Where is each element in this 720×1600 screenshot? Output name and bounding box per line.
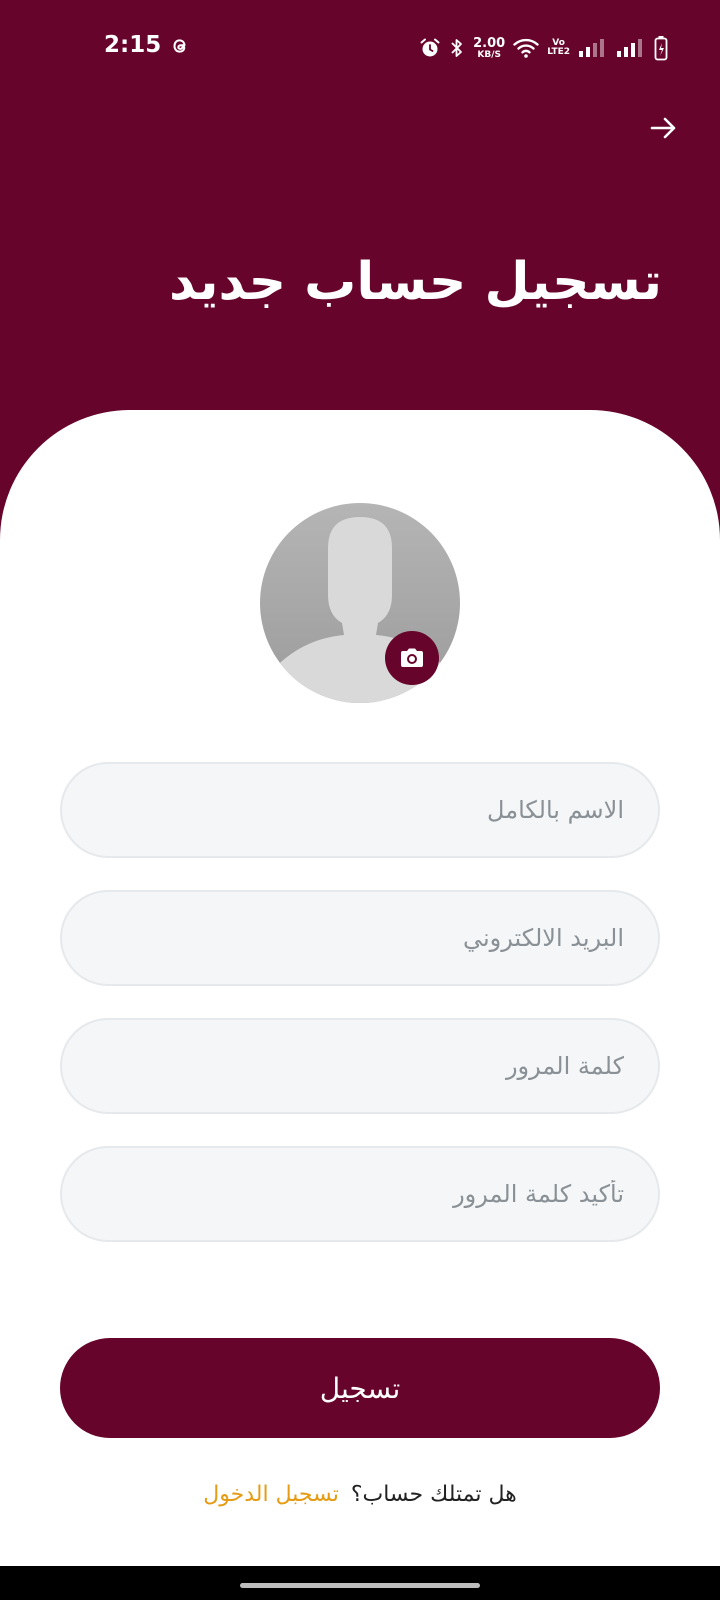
net-speed-unit: KB/S: [477, 49, 501, 60]
bluetooth-icon: [449, 37, 465, 59]
login-prompt: هل تمتلك حساب؟ تسجبل الدخول: [0, 1482, 720, 1507]
login-question: هل تمتلك حساب؟: [350, 1482, 517, 1507]
status-icons: 2.00 KB/S Vo LTE2: [419, 30, 668, 66]
email-input[interactable]: [62, 892, 658, 984]
battery-charging-icon: [654, 35, 668, 61]
password-field[interactable]: [60, 1018, 660, 1114]
volte-bottom: LTE2: [547, 47, 570, 57]
register-screen: 2:15 2.00 KB/S Vo LTE2 تسجيل حساب جديد ا…: [0, 0, 720, 1600]
home-indicator[interactable]: [240, 1583, 480, 1588]
confirm-password-field[interactable]: [60, 1146, 660, 1242]
signal-icon: [578, 38, 608, 58]
password-input[interactable]: [62, 1020, 658, 1112]
wifi-icon: [513, 37, 539, 59]
email-field[interactable]: [60, 890, 660, 986]
signal-icon: [616, 38, 646, 58]
alarm-icon: [419, 37, 441, 59]
threads-icon: [170, 36, 190, 56]
full-name-field[interactable]: [60, 762, 660, 858]
login-link[interactable]: تسجبل الدخول: [203, 1482, 339, 1507]
page-title: تسجيل حساب جديد: [168, 252, 662, 312]
full-name-input[interactable]: [62, 764, 658, 856]
camera-button[interactable]: [385, 631, 439, 685]
register-button[interactable]: تسجيل: [60, 1338, 660, 1438]
confirm-password-input[interactable]: [62, 1148, 658, 1240]
volte-indicator: Vo LTE2: [547, 39, 570, 57]
net-speed-value: 2.00: [473, 35, 506, 51]
status-time: 2:15: [104, 32, 162, 58]
net-speed: 2.00 KB/S: [473, 37, 505, 60]
arrow-right-icon[interactable]: [648, 112, 680, 144]
camera-icon: [401, 648, 423, 667]
status-bar: 2:15 2.00 KB/S Vo LTE2: [0, 0, 720, 96]
